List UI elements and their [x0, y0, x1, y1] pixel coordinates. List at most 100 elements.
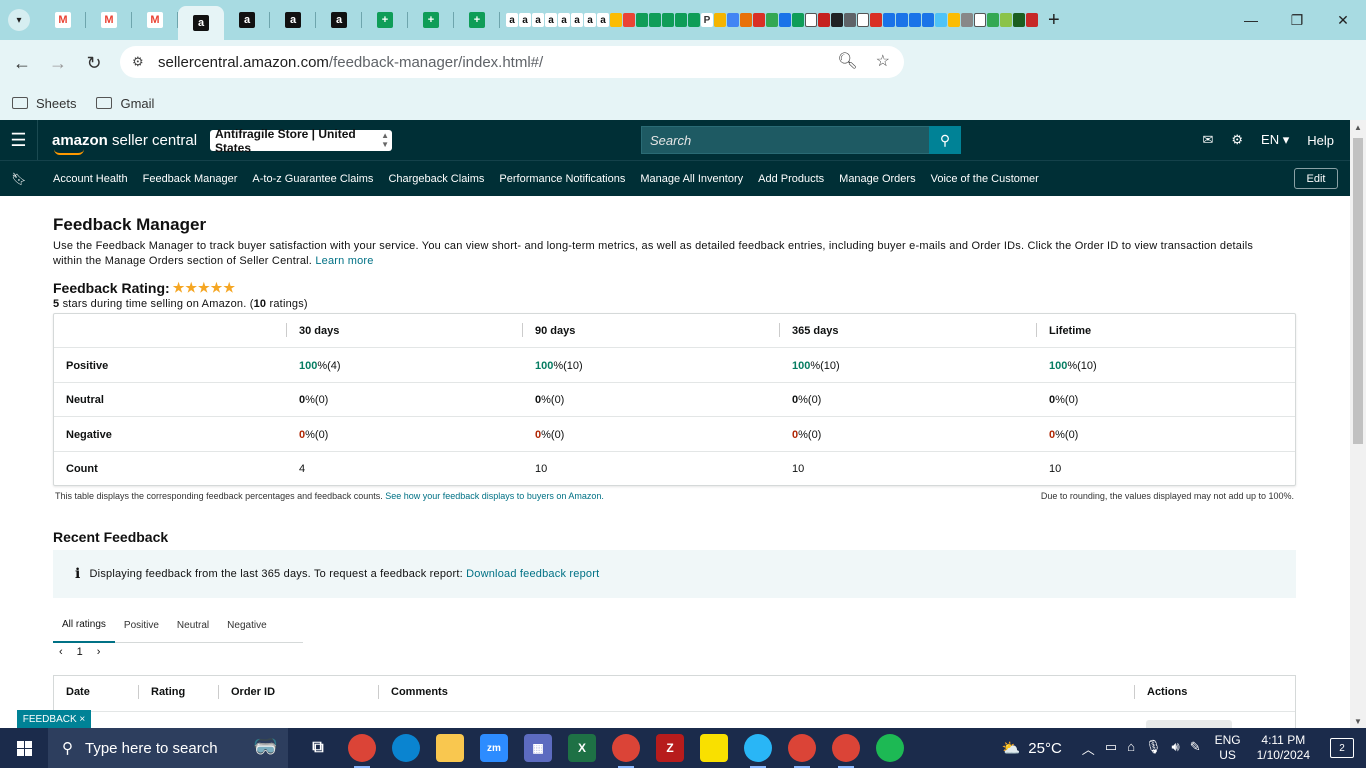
file-explorer-icon[interactable] [436, 734, 464, 762]
page-scrollbar[interactable]: ▲ ▼ [1350, 120, 1366, 728]
download-report-link[interactable]: Download feedback report [466, 568, 599, 580]
feedback-widget-tab[interactable]: FEEDBACK × [17, 710, 91, 728]
calculator-icon[interactable]: ▦ [524, 734, 552, 762]
tab-all-ratings[interactable]: All ratings [53, 609, 115, 643]
close-icon[interactable]: ✕ [1320, 0, 1366, 40]
windows-start-icon[interactable] [0, 728, 48, 768]
nav-a-to-z-claims[interactable]: A-to-z Guarantee Claims [252, 173, 373, 185]
sheets-icon: + [377, 12, 393, 28]
clock[interactable]: 4:11 PM 1/10/2024 [1257, 733, 1310, 763]
see-how-feedback-link[interactable]: See how your feedback displays to buyers… [385, 491, 604, 501]
column-header-comments[interactable]: Comments [391, 686, 448, 698]
column-header-rating[interactable]: Rating [151, 686, 185, 698]
help-link[interactable]: Help [1307, 133, 1334, 148]
weather-widget[interactable]: ⛅ 25°C [1002, 739, 1062, 758]
pinned-mini-tabs[interactable]: a a a a a a a a P [506, 13, 1038, 27]
chevron-right-icon[interactable]: › [97, 646, 101, 658]
bookmark-icon[interactable]: 🔖︎ [0, 172, 38, 186]
battery-icon[interactable]: ▭ [1105, 739, 1117, 758]
spotify-icon[interactable] [876, 734, 904, 762]
chevron-left-icon[interactable]: ‹ [59, 646, 63, 658]
nav-performance-notifications[interactable]: Performance Notifications [499, 173, 625, 185]
zoom-app-icon[interactable]: zm [480, 734, 508, 762]
learn-more-link[interactable]: Learn more [315, 255, 373, 267]
site-icon [883, 13, 895, 27]
restore-icon[interactable]: ❐ [1274, 0, 1320, 40]
volume-icon[interactable]: 🔊︎ [1171, 739, 1179, 758]
browser-tab[interactable]: a [224, 0, 270, 40]
seller-central-logo[interactable]: amazon seller central [52, 132, 197, 155]
gmail-icon [623, 13, 635, 27]
scroll-down-icon[interactable]: ▼ [1354, 717, 1362, 726]
hamburger-menu-icon[interactable]: ☰ [0, 120, 38, 160]
edge-icon[interactable] [392, 734, 420, 762]
tab-search-button[interactable]: ▾ [8, 9, 30, 31]
search-icon[interactable]: ⚲ [929, 126, 961, 154]
nav-feedback-manager[interactable]: Feedback Manager [143, 173, 238, 185]
browser-tab[interactable]: M [86, 0, 132, 40]
browser-tab-active[interactable]: a [178, 6, 224, 40]
bookmark-gmail[interactable]: Gmail [96, 96, 154, 111]
task-view-icon[interactable]: ⧉ [304, 734, 332, 762]
column-header-order-id[interactable]: Order ID [231, 686, 275, 698]
telegram-icon[interactable] [744, 734, 772, 768]
amazon-icon: a [506, 13, 518, 27]
chrome-profile-icon[interactable] [612, 734, 640, 768]
scrollbar-thumb[interactable] [1353, 138, 1363, 444]
browser-tab[interactable]: a [270, 0, 316, 40]
notification-center-icon[interactable]: 2 [1330, 738, 1354, 758]
browser-tab[interactable]: a [316, 0, 362, 40]
edit-nav-button[interactable]: Edit [1294, 168, 1338, 189]
store-selector[interactable]: Antifragile Store | United States ▲ ▼ [210, 127, 392, 155]
browser-tab[interactable]: M [40, 0, 86, 40]
excel-icon[interactable]: X [568, 734, 596, 762]
nav-voice-of-customer[interactable]: Voice of the Customer [931, 173, 1039, 185]
chevron-up-icon[interactable]: ︿ [1082, 739, 1095, 758]
sheets-icon [688, 13, 700, 27]
gear-icon[interactable]: ⚙ [1231, 132, 1243, 148]
chrome-icon[interactable] [348, 734, 376, 768]
microphone-icon[interactable]: 🎙︎ [1145, 739, 1162, 758]
column-header-date[interactable]: Date [66, 686, 90, 698]
mail-icon[interactable]: ✉ [1202, 132, 1213, 148]
filezilla-icon[interactable]: Z [656, 734, 684, 762]
new-tab-button[interactable]: + [1048, 9, 1060, 32]
tab-positive[interactable]: Positive [115, 609, 168, 643]
nav-chargeback-claims[interactable]: Chargeback Claims [388, 173, 484, 185]
nav-manage-orders[interactable]: Manage Orders [839, 173, 915, 185]
tab-negative[interactable]: Negative [218, 609, 275, 643]
site-info-icon[interactable]: ⚙ [132, 54, 150, 70]
address-bar[interactable]: ⚙ sellercentral.amazon.com/feedback-mana… [120, 46, 904, 78]
seller-search-input[interactable]: Search [641, 126, 931, 154]
reload-icon[interactable]: ↻ [76, 45, 112, 81]
browser-tab[interactable]: + [362, 0, 408, 40]
nav-account-health[interactable]: Account Health [53, 173, 128, 185]
page-number[interactable]: 1 [77, 646, 83, 658]
minimize-icon[interactable]: — [1228, 0, 1274, 40]
browser-tab[interactable]: M [132, 0, 178, 40]
browser-tab[interactable]: + [454, 0, 500, 40]
tab-neutral[interactable]: Neutral [168, 609, 218, 643]
sticky-notes-icon[interactable] [700, 734, 728, 762]
bookmark-star-icon[interactable]: ☆ [876, 51, 890, 71]
scroll-up-icon[interactable]: ▲ [1354, 123, 1362, 132]
nav-add-products[interactable]: Add Products [758, 173, 824, 185]
language-indicator[interactable]: ENG US [1215, 733, 1241, 763]
forward-icon[interactable]: → [40, 45, 76, 81]
url-text[interactable]: sellercentral.amazon.com/feedback-manage… [158, 54, 543, 71]
bookmark-sheets[interactable]: Sheets [12, 96, 76, 111]
column-header-actions[interactable]: Actions [1147, 686, 1187, 698]
network-icon[interactable]: ⌂ [1127, 739, 1135, 758]
chrome-profile-icon[interactable] [788, 734, 816, 768]
zoom-icon[interactable]: 🔍︎ [837, 51, 857, 71]
bookmark-label: Sheets [36, 95, 77, 111]
taskbar-search-input[interactable]: ⚲ Type here to search 🥽 [48, 728, 288, 768]
nav-manage-all-inventory[interactable]: Manage All Inventory [640, 173, 743, 185]
language-selector[interactable]: EN ▾ [1261, 132, 1289, 148]
back-icon[interactable]: ← [4, 45, 40, 81]
pen-icon[interactable]: ✎ [1190, 739, 1201, 758]
info-icon: i [75, 566, 81, 582]
chrome-active-icon[interactable] [832, 734, 860, 768]
table-row: Count 4 10 10 10 [54, 452, 1295, 486]
browser-tab[interactable]: + [408, 0, 454, 40]
